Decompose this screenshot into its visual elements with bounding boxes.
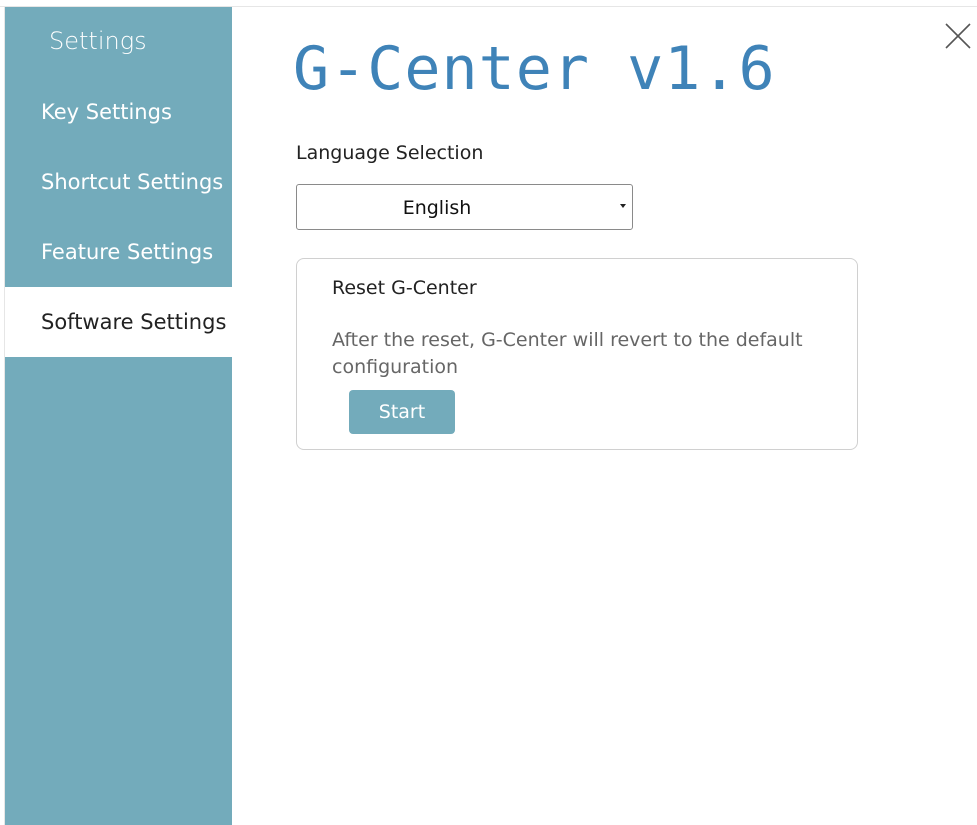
sidebar-item-label: Shortcut Settings bbox=[41, 170, 224, 194]
sidebar-item-label: Feature Settings bbox=[41, 240, 214, 264]
reset-description: After the reset, G-Center will revert to… bbox=[332, 329, 803, 378]
language-select[interactable]: English bbox=[296, 184, 633, 230]
sidebar-item-feature-settings[interactable]: Feature Settings bbox=[5, 217, 232, 287]
close-button[interactable] bbox=[942, 20, 974, 52]
dropdown-arrow-icon bbox=[620, 204, 626, 208]
sidebar-item-label: Key Settings bbox=[41, 100, 172, 124]
language-selected-value: English bbox=[402, 197, 472, 219]
sidebar-item-shortcut-settings[interactable]: Shortcut Settings bbox=[5, 147, 232, 217]
sidebar-item-software-settings[interactable]: Software Settings bbox=[5, 287, 232, 357]
language-selection-label: Language Selection bbox=[296, 142, 484, 164]
sidebar: Settings Key Settings Shortcut Settings … bbox=[5, 7, 232, 825]
close-icon bbox=[945, 23, 971, 49]
sidebar-item-key-settings[interactable]: Key Settings bbox=[5, 77, 232, 147]
reset-card: Reset G-Center After the reset, G-Center… bbox=[296, 258, 858, 450]
app-title: G-Center v1.6 bbox=[293, 34, 776, 104]
sidebar-title: Settings bbox=[49, 27, 147, 55]
start-reset-button[interactable]: Start bbox=[349, 390, 455, 434]
reset-title: Reset G-Center bbox=[332, 277, 477, 299]
sidebar-item-label: Software Settings bbox=[41, 310, 227, 334]
